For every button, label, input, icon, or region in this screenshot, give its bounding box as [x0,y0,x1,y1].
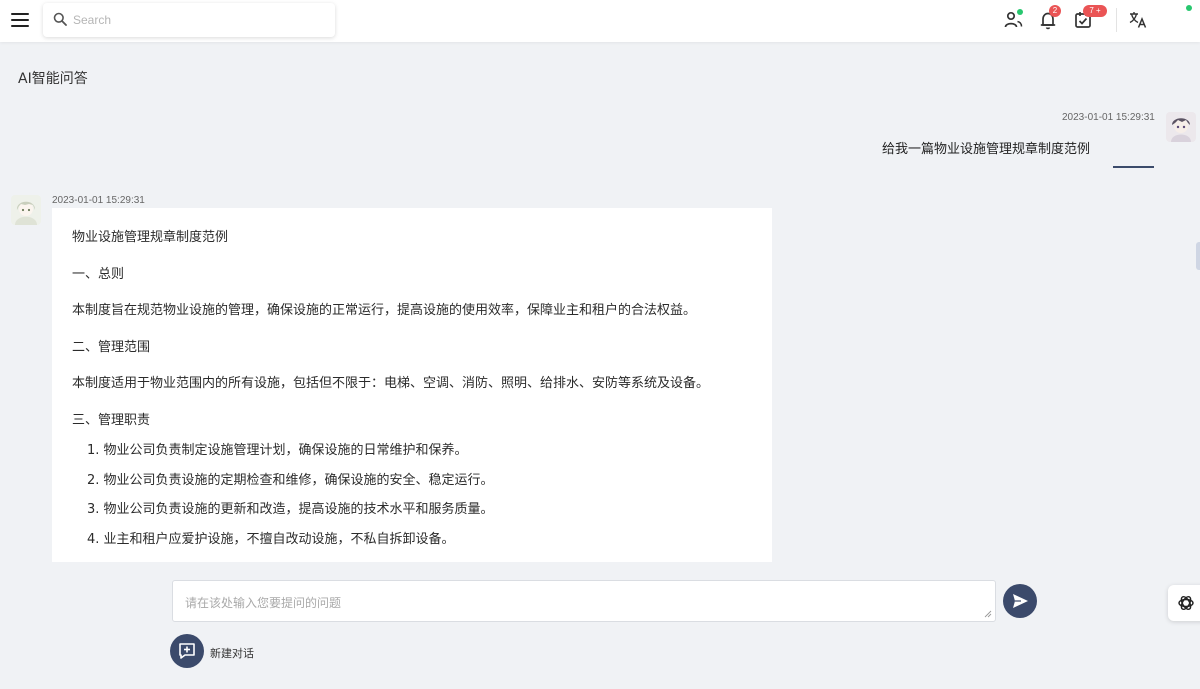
new-chat-button[interactable] [170,634,204,668]
user-message-text: 给我一篇物业设施管理规章制度范例 [881,142,1090,157]
user-message-timestamp: 2023-01-01 15:29:31 [1062,112,1155,123]
users-icon[interactable] [1002,8,1026,32]
list-item: 3. 物业公司负责设施的更新和改造，提高设施的技术水平和服务质量。 [87,502,494,517]
answer-heading-scope: 二、管理范围 [72,339,151,355]
status-dot [1186,5,1192,11]
answer-paragraph-purpose: 本制度旨在规范物业设施的管理，确保设施的正常运行，提高设施的使用效率，保障业主和… [72,303,697,318]
notifications-badge: 2 [1049,5,1061,17]
online-dot [1017,9,1023,15]
side-edge-tab[interactable] [1196,242,1200,270]
answer-paragraph-scope: 本制度适用于物业范围内的所有设施，包括但不限于：电梯、空调、消防、照明、给排水、… [72,376,710,391]
question-input-box[interactable] [172,580,996,622]
bot-message-bubble: 物业设施管理规章制度范例 一、总则 本制度旨在规范物业设施的管理，确保设施的正常… [52,208,772,562]
page-title: AI智能问答 [18,71,88,87]
user-avatar [1166,112,1196,142]
tasks-badge: 7 + [1083,5,1107,17]
tasks-icon[interactable]: 7 + [1072,5,1107,32]
bell-icon[interactable]: 2 [1037,5,1061,32]
topbar-divider [1116,8,1117,32]
answer-heading-general: 一、总则 [72,266,125,282]
translate-icon[interactable] [1126,8,1150,32]
ai-logo-icon [1178,595,1194,611]
resize-grip-icon[interactable] [984,610,992,618]
list-item: 2. 物业公司负责设施的定期检查和维修，确保设施的安全、稳定运行。 [87,472,494,488]
list-item: 4. 业主和租户应爱护设施，不擅自改动设施，不私自拆卸设备。 [87,531,455,547]
send-button[interactable] [1003,584,1037,618]
search-box[interactable] [43,3,335,37]
new-chat-icon [179,643,195,659]
send-icon [1013,594,1028,608]
search-icon [53,12,67,26]
bot-avatar [11,195,41,225]
top-bar: 2 7 + [0,0,1200,42]
answer-duties-list: 1. 物业公司负责制定设施管理计划，确保设施的日常维护和保养。 2. 物业公司负… [72,441,752,559]
answer-title: 物业设施管理规章制度范例 [72,230,229,245]
question-input[interactable] [173,581,995,621]
new-chat-label: 新建对话 [210,647,254,660]
menu-icon[interactable] [11,12,29,28]
answer-heading-duties: 三、管理职责 [72,412,151,428]
translate-glyph [1129,12,1147,28]
search-input[interactable] [73,9,323,31]
ai-assistant-button[interactable] [1168,585,1200,621]
bot-message-timestamp: 2023-01-01 15:29:31 [52,195,145,206]
user-message-underline [1113,166,1154,168]
list-item: 1. 物业公司负责制定设施管理计划，确保设施的日常维护和保养。 [87,443,468,458]
